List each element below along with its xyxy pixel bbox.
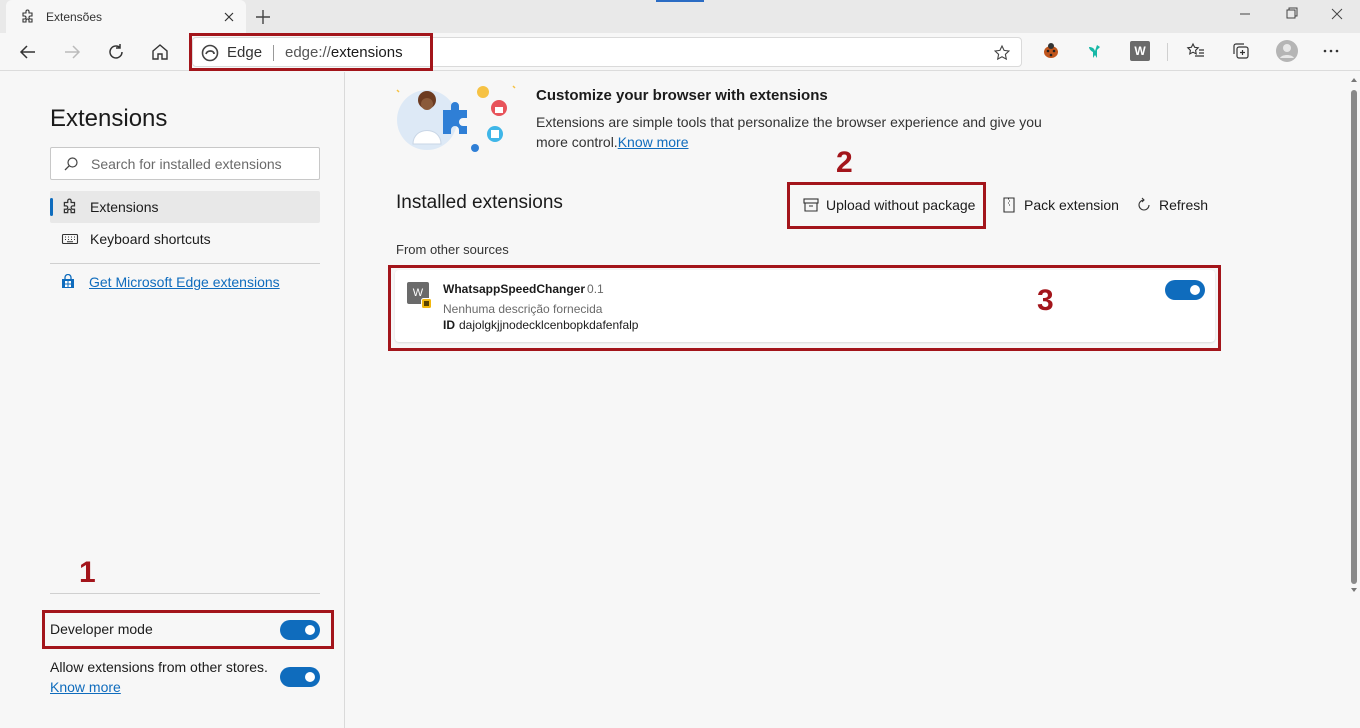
keyboard-icon bbox=[61, 233, 79, 245]
get-extensions-link[interactable]: Get Microsoft Edge extensions bbox=[89, 274, 280, 290]
banner-title: Customize your browser with extensions bbox=[536, 87, 828, 104]
extensions-illustration bbox=[396, 85, 516, 152]
search-input[interactable] bbox=[91, 154, 311, 174]
page-title: Extensions bbox=[50, 105, 168, 132]
know-more-link[interactable]: Know more bbox=[50, 677, 121, 697]
ladybug-extension-icon[interactable] bbox=[1041, 41, 1061, 61]
sidebar-item-keyboard-shortcuts[interactable]: Keyboard shortcuts bbox=[50, 223, 320, 255]
tab-indicator bbox=[656, 0, 704, 2]
allow-other-stores-label: Allow extensions from other stores. Know… bbox=[50, 659, 268, 697]
sidebar-item-label: Keyboard shortcuts bbox=[90, 231, 211, 247]
annotation-box-developer-mode bbox=[42, 610, 334, 649]
puzzle-icon bbox=[22, 9, 33, 23]
bird-extension-icon[interactable] bbox=[1085, 41, 1105, 61]
forward-icon[interactable] bbox=[60, 40, 84, 64]
refresh-button[interactable]: Refresh bbox=[1135, 194, 1208, 216]
zip-file-icon bbox=[1003, 197, 1015, 213]
favorite-star-icon[interactable] bbox=[993, 44, 1011, 62]
get-extensions-link-row[interactable]: Get Microsoft Edge extensions bbox=[60, 274, 280, 290]
tab-title: Extensões bbox=[46, 9, 103, 24]
sidebar-item-label: Extensions bbox=[90, 199, 159, 215]
profile-avatar-icon[interactable] bbox=[1275, 39, 1299, 63]
whatsapp-speed-extension-icon[interactable]: W bbox=[1130, 41, 1150, 61]
collections-icon[interactable] bbox=[1231, 41, 1251, 61]
reload-icon[interactable] bbox=[104, 40, 128, 64]
annotation-number-1: 1 bbox=[79, 556, 96, 589]
refresh-icon bbox=[1138, 197, 1150, 211]
allow-other-stores-toggle[interactable] bbox=[280, 667, 320, 687]
puzzle-icon bbox=[63, 198, 76, 214]
annotation-box-upload bbox=[787, 182, 986, 229]
minimize-icon[interactable] bbox=[1232, 4, 1258, 24]
search-box[interactable] bbox=[50, 147, 320, 180]
tab-extensions[interactable]: Extensões bbox=[6, 0, 246, 33]
annotation-box-address bbox=[189, 33, 433, 71]
close-icon[interactable] bbox=[222, 10, 236, 24]
banner-description: Extensions are simple tools that persona… bbox=[536, 114, 1042, 150]
pack-label: Pack extension bbox=[1024, 197, 1119, 213]
scroll-up-icon[interactable] bbox=[1350, 76, 1358, 84]
window-close-icon[interactable] bbox=[1324, 4, 1350, 24]
store-bag-icon bbox=[62, 274, 74, 288]
scrollbar-thumb[interactable] bbox=[1351, 90, 1357, 584]
toolbar-divider bbox=[1167, 43, 1168, 61]
refresh-label: Refresh bbox=[1159, 197, 1209, 213]
more-options-icon[interactable] bbox=[1321, 41, 1341, 61]
annotation-box-extension bbox=[388, 265, 1221, 351]
sidebar-item-extensions[interactable]: Extensions bbox=[50, 191, 320, 223]
annotation-number-2: 2 bbox=[836, 146, 853, 179]
new-tab-icon[interactable] bbox=[252, 6, 274, 28]
divider bbox=[50, 593, 320, 594]
favorites-icon[interactable] bbox=[1186, 41, 1206, 61]
home-icon[interactable] bbox=[148, 40, 172, 64]
back-icon[interactable] bbox=[16, 40, 40, 64]
section-label: From other sources bbox=[396, 242, 509, 257]
tab-strip: Extensões bbox=[0, 0, 1360, 33]
search-icon bbox=[64, 157, 78, 171]
restore-icon[interactable] bbox=[1278, 4, 1304, 24]
banner-know-more-link[interactable]: Know more bbox=[618, 134, 689, 150]
scroll-down-icon[interactable] bbox=[1350, 586, 1358, 594]
annotation-number-3: 3 bbox=[1037, 284, 1054, 317]
installed-extensions-heading: Installed extensions bbox=[396, 192, 563, 213]
vertical-scrollbar[interactable] bbox=[1348, 72, 1360, 728]
pack-extension-button[interactable]: Pack extension bbox=[1000, 194, 1119, 216]
divider bbox=[50, 263, 320, 264]
